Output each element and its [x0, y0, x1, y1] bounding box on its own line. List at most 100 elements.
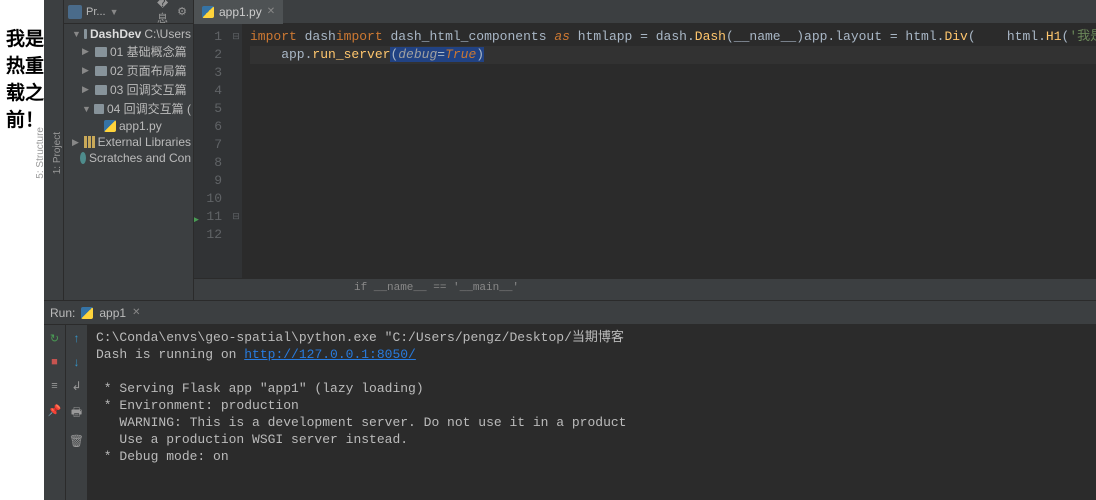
- editor-tab-label: app1.py: [219, 5, 262, 19]
- tree-folder-name: 03 回调交互篇: [110, 81, 187, 98]
- line-number: 6: [194, 118, 222, 136]
- collapse-icon[interactable]: �息: [157, 5, 171, 19]
- tree-folder[interactable]: 04 回调交互篇 (: [64, 99, 193, 118]
- python-file-icon: [202, 6, 214, 18]
- tree-folder-name: 01 基础概念篇: [110, 43, 187, 60]
- fold-marker[interactable]: [230, 190, 242, 208]
- fold-marker[interactable]: [230, 136, 242, 154]
- close-icon[interactable]: ✕: [267, 6, 275, 17]
- folder-icon: [95, 47, 107, 57]
- fold-marker[interactable]: [230, 154, 242, 172]
- fold-column: ⊟⊟: [230, 24, 242, 278]
- tool-project-tab[interactable]: 1: Project: [52, 132, 63, 174]
- line-number: ▶11: [194, 208, 222, 226]
- line-number: 7: [194, 136, 222, 154]
- print-button[interactable]: 🖶: [71, 403, 82, 424]
- python-file-icon: [104, 120, 116, 132]
- tree-root-name: DashDev: [90, 27, 141, 41]
- folder-icon: [95, 85, 107, 95]
- run-panel-header: Run: app1 ✕: [44, 301, 1096, 325]
- down-button[interactable]: ↓: [74, 355, 80, 369]
- folder-icon: [94, 104, 104, 114]
- folder-icon: [84, 29, 87, 39]
- chevron-icon[interactable]: [82, 104, 91, 114]
- editor-tab[interactable]: app1.py ✕: [194, 0, 283, 24]
- ide-window: 1: Project 5: Structure Pr... ▼ �息 ⚙ Das…: [44, 0, 1096, 500]
- fold-marker[interactable]: [230, 226, 242, 244]
- chevron-down-icon[interactable]: ▼: [110, 7, 119, 17]
- code-line: app = dash.Dash(__name__): [609, 29, 804, 44]
- chevron-right-icon[interactable]: [72, 137, 81, 148]
- wrap-button[interactable]: ↲: [71, 379, 81, 393]
- tree-folder[interactable]: 01 基础概念篇: [64, 42, 193, 61]
- code-line: import dash: [250, 29, 336, 44]
- gear-icon[interactable]: ⚙: [175, 5, 189, 19]
- line-number: 12: [194, 226, 222, 244]
- tree-scratches[interactable]: Scratches and Con: [64, 150, 193, 166]
- tree-file[interactable]: app1.py: [64, 118, 193, 134]
- project-panel: Pr... ▼ �息 ⚙ DashDev C:\Users 01 基础概念篇: [64, 0, 194, 300]
- fold-marker[interactable]: ⊟: [230, 208, 242, 226]
- stop-button[interactable]: ■: [48, 355, 62, 369]
- code-line: html.H1('我是热重载之前！'): [976, 29, 1096, 44]
- run-toolbar-right: ↑ ↓ ↲ 🖶 🗑: [66, 325, 88, 500]
- breadcrumb[interactable]: if __name__ == '__main__': [194, 278, 1096, 300]
- tool-structure-tab[interactable]: 5: Structure: [35, 127, 46, 179]
- run-panel: Run: app1 ✕ ↻ ■ ≡ 📌 ↑ ↓ ↲ 🖶 🗑 C:\Conda\envs\geo…: [44, 300, 1096, 500]
- line-number: 5: [194, 100, 222, 118]
- chevron-down-icon[interactable]: [72, 29, 81, 39]
- tree-external-libs[interactable]: External Libraries: [64, 134, 193, 150]
- layout-button[interactable]: ≡: [48, 379, 62, 393]
- chevron-icon[interactable]: [82, 84, 92, 95]
- rerun-button[interactable]: ↻: [48, 331, 62, 345]
- tree-external-label: External Libraries: [98, 135, 191, 149]
- run-toolbar-left: ↻ ■ ≡ 📌: [44, 325, 66, 500]
- fold-marker[interactable]: [230, 64, 242, 82]
- tree-folder-name: 04 回调交互篇 (: [107, 100, 191, 117]
- trash-button[interactable]: 🗑: [69, 434, 84, 448]
- ide-top: 1: Project 5: Structure Pr... ▼ �息 ⚙ Das…: [44, 0, 1096, 300]
- scratch-icon: [80, 152, 86, 164]
- code-text[interactable]: import dashimport dash_html_components a…: [242, 24, 1096, 278]
- line-number: 3: [194, 64, 222, 82]
- line-gutter: 12345678910▶1112: [194, 24, 230, 278]
- tree-folder[interactable]: 02 页面布局篇: [64, 61, 193, 80]
- line-number: 9: [194, 172, 222, 190]
- project-icon: [68, 5, 82, 19]
- fold-marker[interactable]: [230, 46, 242, 64]
- editor-tabs: app1.py ✕: [194, 0, 1096, 24]
- run-config-name: app1: [99, 306, 126, 320]
- browser-viewport: 我是热重载之前！: [0, 0, 44, 500]
- fold-marker[interactable]: [230, 82, 242, 100]
- line-number: 4: [194, 82, 222, 100]
- code-line: import dash_html_components as html: [336, 29, 609, 44]
- folder-icon: [95, 66, 107, 76]
- line-number: 1: [194, 28, 222, 46]
- project-tree: DashDev C:\Users 01 基础概念篇 02 页面布局篇 03 回调…: [64, 24, 193, 300]
- tree-folder[interactable]: 03 回调交互篇: [64, 80, 193, 99]
- run-label: Run:: [50, 306, 75, 320]
- code-line: app.run_server(debug=True): [250, 46, 1096, 64]
- tree-root[interactable]: DashDev C:\Users: [64, 26, 193, 42]
- library-icon: [84, 136, 95, 148]
- chevron-icon[interactable]: [82, 65, 92, 76]
- project-panel-header: Pr... ▼ �息 ⚙: [64, 0, 193, 24]
- up-button[interactable]: ↑: [74, 331, 80, 345]
- fold-marker[interactable]: [230, 172, 242, 190]
- page-heading: 我是热重载之前！: [6, 24, 44, 132]
- fold-marker[interactable]: ⊟: [230, 28, 242, 46]
- close-icon[interactable]: ✕: [132, 307, 140, 318]
- pin-button[interactable]: 📌: [48, 403, 62, 417]
- line-number: 2: [194, 46, 222, 64]
- line-number: 8: [194, 154, 222, 172]
- editor: app1.py ✕ 12345678910▶1112 ⊟⊟ import das…: [194, 0, 1096, 300]
- line-number: 10: [194, 190, 222, 208]
- tree-root-path: C:\Users: [144, 27, 191, 41]
- fold-marker[interactable]: [230, 118, 242, 136]
- console-output[interactable]: C:\Conda\envs\geo-spatial\python.exe "C:…: [88, 325, 1096, 500]
- fold-marker[interactable]: [230, 100, 242, 118]
- project-panel-title: Pr...: [86, 6, 106, 18]
- tree-folder-name: 02 页面布局篇: [110, 62, 187, 79]
- code-area[interactable]: 12345678910▶1112 ⊟⊟ import dashimport da…: [194, 24, 1096, 278]
- chevron-icon[interactable]: [82, 46, 92, 57]
